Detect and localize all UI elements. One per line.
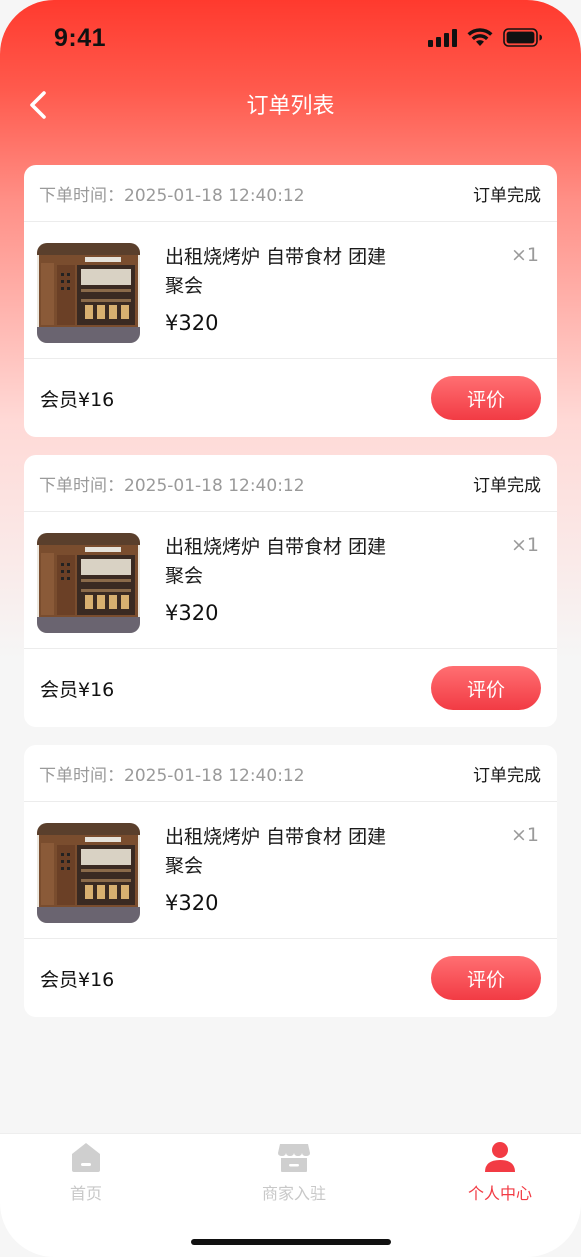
order-card-header: 下单时间：2025-01-18 12:40:12 订单完成 xyxy=(24,745,557,802)
order-card-footer: 会员¥16 评价 xyxy=(24,939,557,1017)
signal-icon xyxy=(428,28,457,47)
home-indicator xyxy=(191,1239,391,1245)
order-product[interactable]: 出租烧烤炉 自带食材 团建聚会 ¥320 ×1 xyxy=(24,802,557,939)
tab-label: 首页 xyxy=(69,1184,102,1203)
product-price: ¥320 xyxy=(165,891,219,915)
tab-label: 个人中心 xyxy=(467,1184,532,1203)
tab-home[interactable]: 首页 xyxy=(6,1140,166,1204)
wifi-icon xyxy=(467,28,493,47)
order-card-header: 下单时间：2025-01-18 12:40:12 订单完成 xyxy=(24,455,557,512)
order-time: 下单时间：2025-01-18 12:40:12 xyxy=(39,185,305,206)
product-name: 出租烧烤炉 自带食材 团建聚会 xyxy=(165,246,387,297)
tab-label: 商家入驻 xyxy=(261,1184,326,1203)
order-card-footer: 会员¥16 评价 xyxy=(24,649,557,727)
product-quantity: ×1 xyxy=(510,244,539,266)
tab-bar: 首页 商家入驻 个人中心 xyxy=(0,1133,581,1257)
order-card-footer: 会员¥16 评价 xyxy=(24,359,557,437)
product-name: 出租烧烤炉 自带食材 团建聚会 xyxy=(165,536,387,587)
status-time: 9:41 xyxy=(54,24,107,52)
member-price: 会员¥16 xyxy=(40,968,115,991)
review-button[interactable]: 评价 xyxy=(431,376,541,420)
order-card[interactable]: 下单时间：2025-01-18 12:40:12 订单完成 出租烧烤炉 自带食材… xyxy=(24,455,557,727)
member-price: 会员¥16 xyxy=(40,388,115,411)
order-card[interactable]: 下单时间：2025-01-18 12:40:12 订单完成 出租烧烤炉 自带食材… xyxy=(24,165,557,437)
member-price: 会员¥16 xyxy=(40,678,115,701)
user-icon xyxy=(483,1140,517,1174)
product-image xyxy=(37,243,140,343)
product-image xyxy=(37,533,140,633)
page-title: 订单列表 xyxy=(246,94,335,119)
product-quantity: ×1 xyxy=(510,534,539,556)
review-button[interactable]: 评价 xyxy=(431,956,541,1000)
order-card[interactable]: 下单时间：2025-01-18 12:40:12 订单完成 出租烧烤炉 自带食材… xyxy=(24,745,557,1017)
order-time: 下单时间：2025-01-18 12:40:12 xyxy=(39,765,305,786)
order-product[interactable]: 出租烧烤炉 自带食材 团建聚会 ¥320 ×1 xyxy=(24,222,557,359)
status-icons xyxy=(428,28,543,47)
review-button[interactable]: 评价 xyxy=(431,666,541,710)
store-icon xyxy=(277,1140,311,1174)
order-status: 订单完成 xyxy=(473,185,541,206)
product-image xyxy=(37,823,140,923)
app-screen: 9:41 订单列表 下单时间：2025-01-18 12:40:12 订单完成 … xyxy=(0,0,581,1257)
order-product[interactable]: 出租烧烤炉 自带食材 团建聚会 ¥320 ×1 xyxy=(24,512,557,649)
product-price: ¥320 xyxy=(165,311,219,335)
tab-profile[interactable]: 个人中心 xyxy=(420,1140,580,1204)
nav-bar: 订单列表 xyxy=(0,78,581,130)
product-name: 出租烧烤炉 自带食材 团建聚会 xyxy=(165,826,387,877)
order-status: 订单完成 xyxy=(473,475,541,496)
order-list: 下单时间：2025-01-18 12:40:12 订单完成 出租烧烤炉 自带食材… xyxy=(24,165,557,1035)
product-price: ¥320 xyxy=(165,601,219,625)
battery-icon xyxy=(503,28,543,47)
home-icon xyxy=(69,1140,103,1174)
order-card-header: 下单时间：2025-01-18 12:40:12 订单完成 xyxy=(24,165,557,222)
status-bar: 9:41 xyxy=(0,0,581,70)
order-time: 下单时间：2025-01-18 12:40:12 xyxy=(39,475,305,496)
order-status: 订单完成 xyxy=(473,765,541,786)
product-quantity: ×1 xyxy=(510,824,539,846)
tab-merchant[interactable]: 商家入驻 xyxy=(214,1140,374,1204)
